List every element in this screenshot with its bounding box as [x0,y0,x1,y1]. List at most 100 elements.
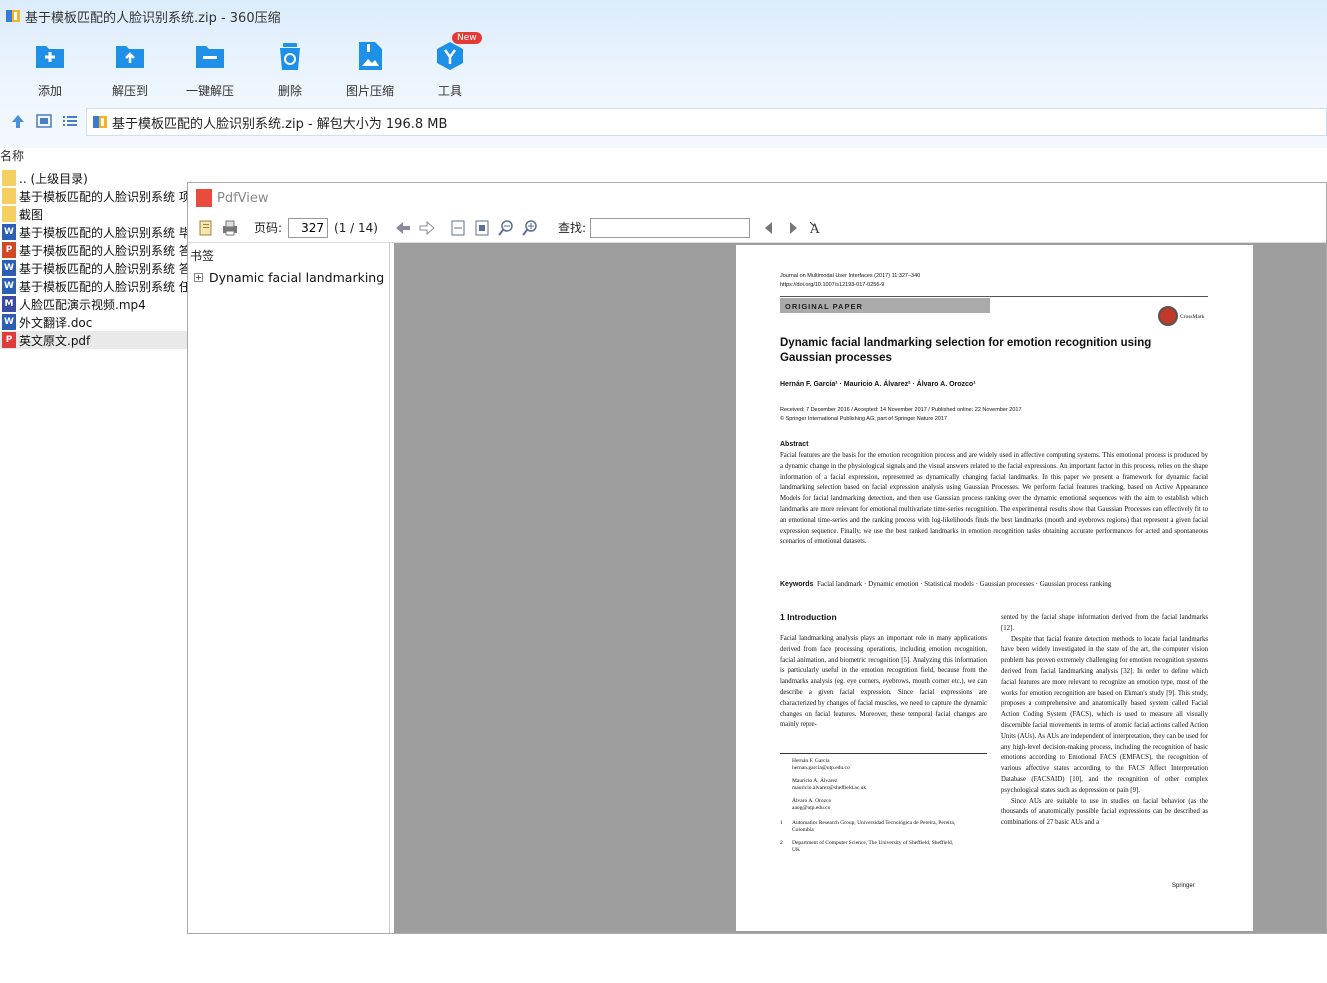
thumbnail-view-icon[interactable] [36,113,52,129]
address-field[interactable]: 基于模板匹配的人脸识别系统.zip - 解包大小为 196.8 MB [86,108,1327,136]
delete-icon [274,40,306,72]
search-label: 查找: [558,221,587,235]
delete-button[interactable]: 删除 [250,38,330,98]
pdfview-window: PdfView 页码: (1 / 14) 查找: A 书签 + Dynamic … [187,182,1327,934]
file-name: 人脸匹配演示视频.mp4 [19,297,146,312]
pdfview-titlebar: PdfView [188,183,1326,213]
intro-heading: 1 Introduction [780,612,837,622]
add-button[interactable]: 添加 [10,38,90,98]
crossmark-icon[interactable] [1158,306,1178,326]
zip-file-icon [92,114,108,130]
word-file-icon: W [2,314,16,330]
footnote-email-1: hernan.garcia@utp.edu.co [792,765,850,771]
file-list-item[interactable]: W 基于模板匹配的人脸识别系统 答 [0,259,188,277]
zoom-in-icon[interactable] [521,219,539,237]
expand-icon[interactable]: + [194,273,203,282]
search-next-icon[interactable] [784,219,802,237]
word-file-icon: W [2,278,16,294]
bookmarks-header: 书签 [190,249,215,263]
footnotes: Hernán F. García hernan.garcia@utp.edu.c… [780,758,987,854]
file-list-item[interactable]: W 外文翻译.doc [0,313,188,331]
app-window: 基于模板匹配的人脸识别系统.zip - 360压缩 添加 解压到 一键解压 删除 [0,0,1327,983]
bookmark-item-label: Dynamic facial landmarking se [209,270,386,285]
keywords-text: Facial landmark · Dynamic emotion · Stat… [816,580,1112,588]
keywords-heading: Keywords [780,581,814,588]
up-arrow-icon[interactable] [10,113,26,129]
file-name: 基于模板匹配的人脸识别系统 项 [19,189,188,204]
one-click-extract-button-label: 一键解压 [185,84,234,98]
one-click-extract-button[interactable]: 一键解压 [170,38,250,98]
footnote-author-1: Hernán F. García [792,758,830,764]
extract-to-button-label: 解压到 [111,84,148,98]
window-title: 基于模板匹配的人脸识别系统.zip - 360压缩 [25,10,281,26]
file-name: 基于模板匹配的人脸识别系统 毕 [19,225,188,240]
page-number-input[interactable] [288,217,329,238]
bookmark-item[interactable]: + Dynamic facial landmarking se [194,270,386,285]
tools-icon [434,40,466,72]
section-tag: ORIGINAL PAPER [780,298,990,313]
pdf-page: Journal on Multimodal User Interfaces (2… [736,245,1253,931]
file-list-item[interactable]: 截图 [0,205,188,223]
footnote-email-2: mauricio.alvarez@sheffield.ac.uk [792,785,867,791]
file-list-item[interactable]: P 英文原文.pdf [0,331,188,349]
svg-text:A: A [809,222,820,237]
search-input[interactable] [590,217,751,238]
publisher-logo: Springer [1172,883,1195,889]
file-list-item[interactable]: 基于模板匹配的人脸识别系统 项 [0,187,188,205]
file-list-item[interactable]: .. (上级目录) [0,169,188,187]
page-count: (1 / 14) [334,220,378,235]
footnote-affiliation-2: Department of Computer Science, The Univ… [792,840,954,853]
pdf-viewer[interactable]: Journal on Multimodal User Interfaces (2… [394,243,1326,933]
pdfview-toolbar: 页码: (1 / 14) 查找: A [188,213,1326,243]
folder-file-icon [2,170,16,186]
file-list-item[interactable]: M 人脸匹配演示视频.mp4 [0,295,188,313]
file-name: 截图 [19,207,44,222]
journal-line: Journal on Multimodal User Interfaces (2… [780,273,921,279]
ppt-file-icon: P [2,242,16,258]
top-ribbon: 基于模板匹配的人脸识别系统.zip - 360压缩 添加 解压到 一键解压 删除 [0,0,1327,148]
abstract-text: Facial features are the basis for the em… [780,452,1208,546]
intro-right-para-2: Despite that facial feature detection me… [1001,635,1208,794]
image-compress-button[interactable]: 图片压缩 [330,38,410,98]
file-name: 外文翻译.doc [19,315,93,330]
text-select-icon[interactable]: A [808,219,826,237]
open-file-icon[interactable] [197,219,215,237]
file-name: .. (上级目录) [19,171,88,186]
address-bar: 基于模板匹配的人脸识别系统.zip - 解包大小为 196.8 MB [0,106,1327,136]
footnote-num-1: 1 [780,820,783,826]
copyright-line: © Springer International Publishing AG, … [780,416,948,422]
new-badge: New [452,32,482,44]
file-list-item[interactable]: W 基于模板匹配的人脸识别系统 任 [0,277,188,295]
extract-to-button[interactable]: 解压到 [90,38,170,98]
pdf-file-icon: P [2,332,16,348]
tools-button[interactable]: 工具 [410,38,490,98]
extract-to-icon [114,40,146,72]
print-icon[interactable] [221,219,239,237]
crossmark-label: CrossMark [1180,314,1205,320]
fit-page-icon[interactable] [473,219,491,237]
title-bar: 基于模板匹配的人脸识别系统.zip - 360压缩 [0,0,1327,32]
word-file-icon: W [2,224,16,240]
footnote-num-2: 2 [780,840,783,846]
page-label: 页码: [254,221,283,235]
search-prev-icon[interactable] [760,219,778,237]
file-name: 英文原文.pdf [19,333,91,348]
zip-app-icon [5,8,21,24]
keywords-line: Keywords Facial landmark · Dynamic emoti… [780,580,1111,588]
add-icon [34,40,66,72]
list-view-icon[interactable] [62,113,78,129]
fit-width-icon[interactable] [449,219,467,237]
image-compress-button-label: 图片压缩 [345,84,394,98]
file-list-item[interactable]: P 基于模板匹配的人脸识别系统 答 [0,241,188,259]
footnote-email-3: aaog@utp.edu.co [792,805,831,811]
file-list-item[interactable]: W 基于模板匹配的人脸识别系统 毕 [0,223,188,241]
address-text: 基于模板匹配的人脸识别系统.zip - 解包大小为 196.8 MB [112,116,448,132]
prev-page-icon[interactable] [394,219,412,237]
intro-right-para-1: sented by the facial shape information d… [1001,614,1208,632]
paper-authors: Hernán F. García¹ · Mauricio A. Álvarez²… [780,381,976,388]
folder-file-icon [2,206,16,222]
zoom-out-icon[interactable] [497,219,515,237]
next-page-icon[interactable] [418,219,436,237]
file-name: 基于模板匹配的人脸识别系统 任 [19,279,188,294]
column-header-name[interactable]: 名称 [0,147,24,164]
